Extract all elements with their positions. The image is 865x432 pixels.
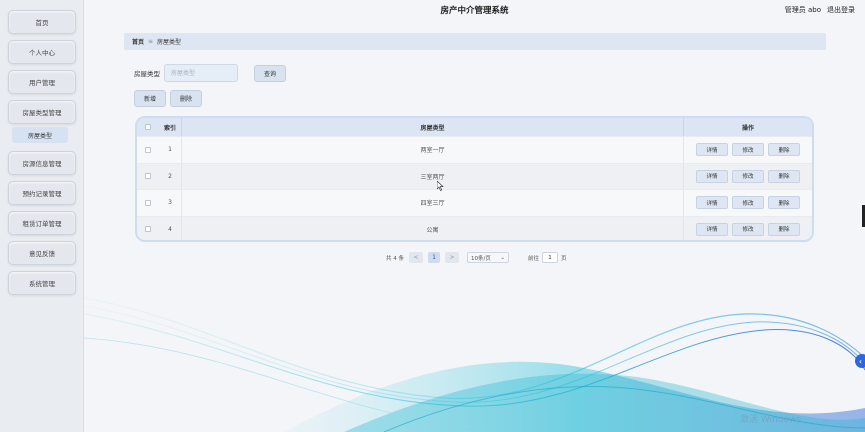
delete-button[interactable]: 删除 xyxy=(768,169,800,183)
table-row: 1 两室一厅 详情 修改 删除 xyxy=(137,136,812,163)
goto-prefix: 前往 xyxy=(528,255,540,262)
row-index: 4 xyxy=(168,225,172,233)
row-index: 2 xyxy=(168,172,172,180)
breadcrumb-separator-icon: ≡ xyxy=(148,38,154,45)
row-checkbox[interactable] xyxy=(145,173,151,180)
detail-button[interactable]: 详情 xyxy=(696,222,728,236)
sidebar-item-house-type-mgmt[interactable]: 房屋类型管理 xyxy=(8,100,76,124)
row-checkbox[interactable] xyxy=(145,226,151,233)
background-waves xyxy=(84,297,865,432)
mouse-cursor-icon xyxy=(437,181,444,191)
page-size-select[interactable]: 10条/页 ⌄ xyxy=(467,252,509,263)
detail-button[interactable]: 详情 xyxy=(696,143,728,157)
sidebar-item-profile[interactable]: 个人中心 xyxy=(8,40,76,64)
logout-link[interactable]: 退出登录 xyxy=(827,5,855,15)
add-button[interactable]: 新增 xyxy=(134,90,167,107)
search-label: 房屋类型 xyxy=(134,70,160,78)
row-type: 两室一厅 xyxy=(181,137,684,163)
goto-suffix: 页 xyxy=(561,255,567,262)
goto-page-input[interactable] xyxy=(542,252,559,263)
sidebar: 首页 个人中心 用户管理 房屋类型管理 房屋类型 房源信息管理 预约记录管理 租… xyxy=(0,0,84,432)
row-checkbox[interactable] xyxy=(145,199,151,206)
batch-delete-button[interactable]: 删除 xyxy=(170,90,203,107)
delete-button[interactable]: 删除 xyxy=(768,222,800,236)
breadcrumb-current: 房屋类型 xyxy=(157,39,182,46)
admin-name: 管理员 abo xyxy=(784,6,821,14)
sidebar-subitem-house-type[interactable]: 房屋类型 xyxy=(12,127,68,143)
breadcrumb: 首页 ≡ 房屋类型 xyxy=(124,33,826,50)
chevron-down-icon: ⌄ xyxy=(500,254,505,261)
breadcrumb-home[interactable]: 首页 xyxy=(132,37,144,46)
table-row: 3 四室三厅 详情 修改 删除 xyxy=(137,189,812,216)
sidebar-item-users[interactable]: 用户管理 xyxy=(8,70,76,94)
prev-page-button[interactable]: < xyxy=(409,252,423,263)
windows-watermark: 激活 Windows xyxy=(740,415,802,425)
data-table: 索引 房屋类型 操作 1 两室一厅 详情 修改 删除 2 三室两厅 详情 修改 … xyxy=(135,116,814,242)
action-bar: 新增 删除 xyxy=(134,90,203,107)
page-size-value: 10条/页 xyxy=(471,255,491,262)
row-index: 3 xyxy=(168,199,172,207)
page-goto: 前往 页 xyxy=(528,252,567,263)
table-row: 4 公寓 详情 修改 删除 xyxy=(137,215,812,240)
pagination: 共 4 条 < 1 > 10条/页 ⌄ 前往 页 xyxy=(386,252,567,263)
next-page-button[interactable]: > xyxy=(445,252,459,263)
sidebar-item-feedback[interactable]: 意见反馈 xyxy=(8,241,76,265)
sidebar-item-home[interactable]: 首页 xyxy=(8,10,76,34)
search-input[interactable] xyxy=(164,64,238,82)
search-bar: 房屋类型 查询 xyxy=(134,64,287,82)
top-header: 房产中介管理系统 xyxy=(84,0,865,20)
column-header-type: 房屋类型 xyxy=(181,118,684,136)
edit-button[interactable]: 修改 xyxy=(732,169,764,183)
column-header-ops: 操作 xyxy=(741,124,754,132)
delete-button[interactable]: 删除 xyxy=(768,143,800,157)
sidebar-item-system[interactable]: 系统管理 xyxy=(8,271,76,295)
table-row: 2 三室两厅 详情 修改 删除 xyxy=(137,162,812,189)
sidebar-item-appointments[interactable]: 预约记录管理 xyxy=(8,181,76,205)
search-button[interactable]: 查询 xyxy=(254,64,287,82)
detail-button[interactable]: 详情 xyxy=(696,196,728,210)
row-type: 四室三厅 xyxy=(181,190,684,216)
pagination-total: 共 4 条 xyxy=(386,255,404,262)
edit-button[interactable]: 修改 xyxy=(732,222,764,236)
chevron-left-icon[interactable]: ‹ xyxy=(855,354,865,368)
table-header: 索引 房屋类型 操作 xyxy=(137,118,812,136)
sidebar-item-rental-orders[interactable]: 租赁订单管理 xyxy=(8,211,76,235)
row-type: 公寓 xyxy=(181,216,684,240)
page-number-button[interactable]: 1 xyxy=(428,252,440,263)
app-title: 房产中介管理系统 xyxy=(440,6,509,16)
row-checkbox[interactable] xyxy=(145,146,151,153)
select-all-checkbox[interactable] xyxy=(145,124,151,130)
header-user-area: 管理员 abo 退出登录 xyxy=(785,5,855,15)
column-header-index: 索引 xyxy=(163,124,176,132)
row-index: 1 xyxy=(168,146,172,154)
edit-button[interactable]: 修改 xyxy=(732,143,764,157)
delete-button[interactable]: 删除 xyxy=(768,196,800,210)
detail-button[interactable]: 详情 xyxy=(696,169,728,183)
edit-button[interactable]: 修改 xyxy=(732,196,764,210)
row-type: 三室两厅 xyxy=(181,163,684,189)
sidebar-item-listings[interactable]: 房源信息管理 xyxy=(8,151,76,175)
